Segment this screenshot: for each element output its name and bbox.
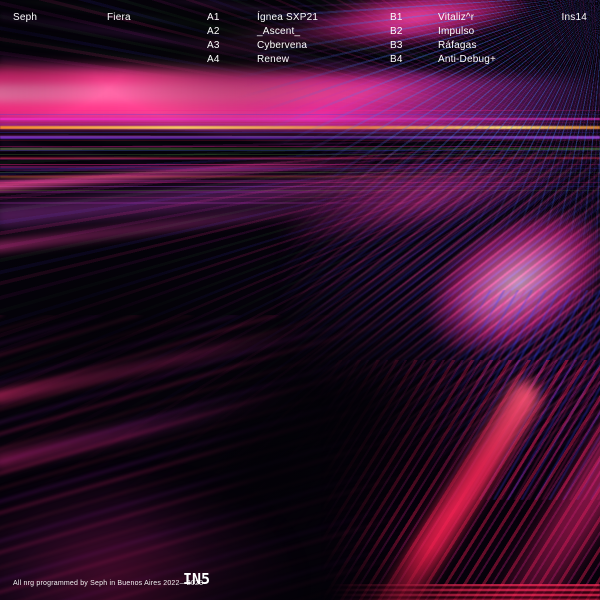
album-cover: Seph Fiera A1 A2 A3 A4 Ígnea SXP21 _Asce… (0, 0, 600, 600)
track-position: A3 (207, 39, 220, 53)
track-title: Impulso (438, 25, 496, 39)
side-a-titles: Ígnea SXP21 _Ascent_ Cybervena Renew (257, 11, 318, 67)
track-position: B4 (390, 53, 403, 67)
track-position: B1 (390, 11, 403, 25)
artist-name: Seph (13, 11, 37, 25)
catalog-number: Ins14 (562, 11, 587, 25)
side-b-positions: B1 B2 B3 B4 (390, 11, 403, 67)
track-title: Ígnea SXP21 (257, 11, 318, 25)
album-title: Fiera (107, 11, 131, 25)
sleeve-text-overlay: Seph Fiera A1 A2 A3 A4 Ígnea SXP21 _Asce… (0, 0, 600, 600)
track-position: A1 (207, 11, 220, 25)
track-title: Vitaliz^r (438, 11, 496, 25)
track-title: Renew (257, 53, 318, 67)
track-position: B3 (390, 39, 403, 53)
track-title: Ráfagas (438, 39, 496, 53)
track-position: B2 (390, 25, 403, 39)
track-position: A4 (207, 53, 220, 67)
track-title: _Ascent_ (257, 25, 318, 39)
track-title: Cybervena (257, 39, 318, 53)
track-title: Anti-Debug+ (438, 53, 496, 67)
credit-line: All nrg programmed by Seph in Buenos Air… (13, 580, 203, 587)
side-a-positions: A1 A2 A3 A4 (207, 11, 220, 67)
track-position: A2 (207, 25, 220, 39)
ins-label-logo: IN5 (183, 570, 210, 588)
side-b-titles: Vitaliz^r Impulso Ráfagas Anti-Debug+ (438, 11, 496, 67)
